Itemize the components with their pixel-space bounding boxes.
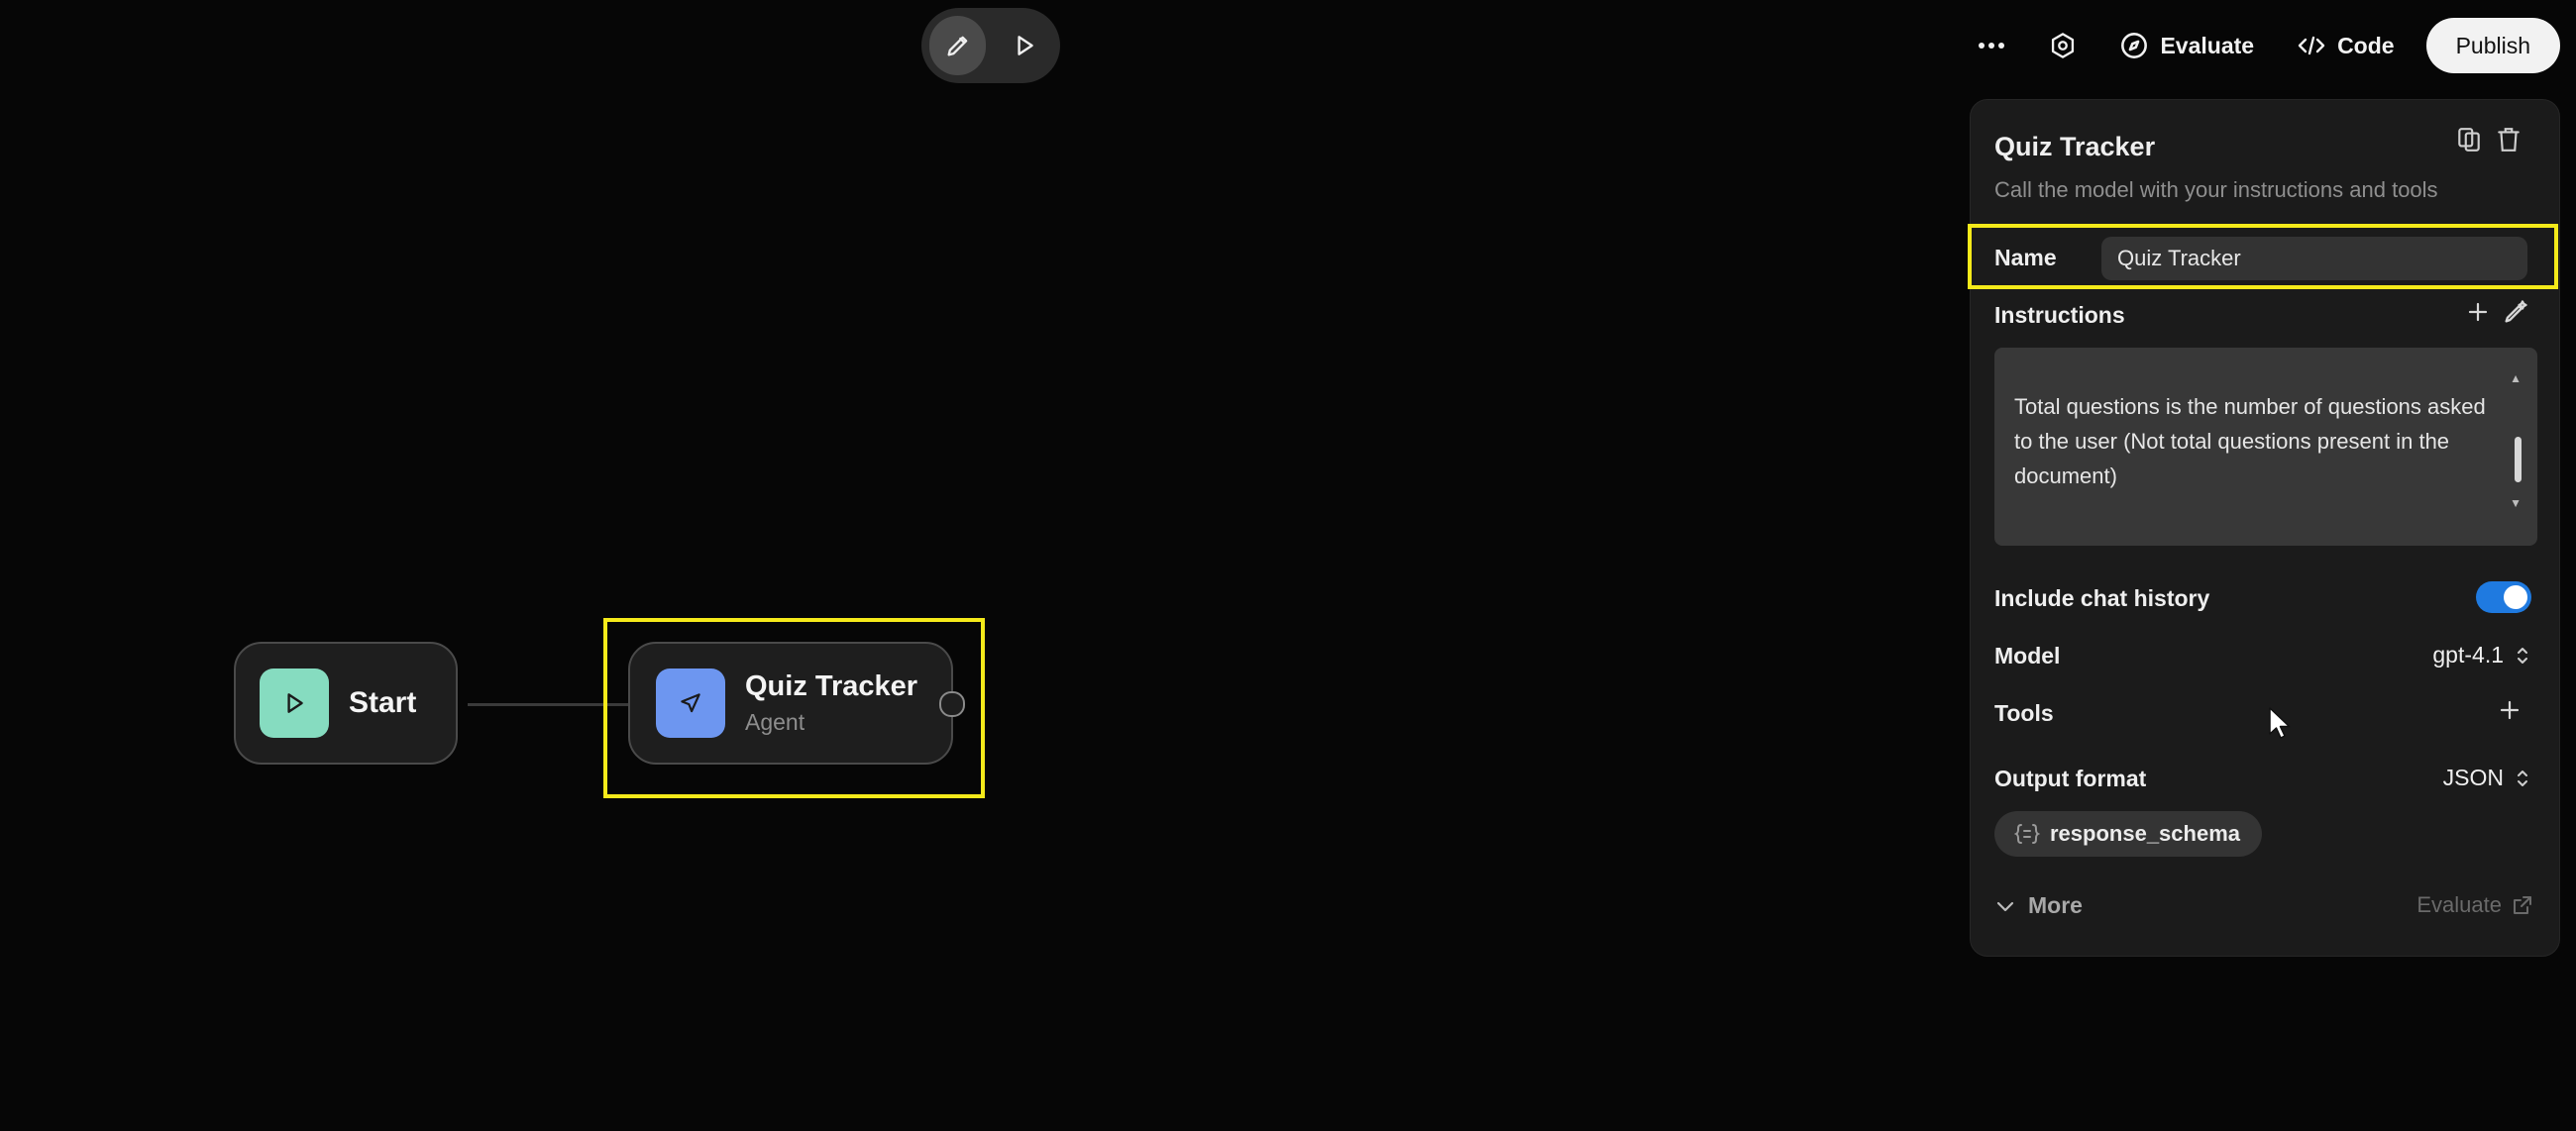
name-input[interactable] <box>2101 237 2527 280</box>
agent-node-text: Quiz Tracker Agent <box>745 670 917 736</box>
delete-node-button[interactable] <box>2496 126 2522 158</box>
chevron-up-down-icon <box>2518 647 2527 664</box>
plus-icon <box>2500 700 2520 720</box>
name-label: Name <box>1994 245 2057 270</box>
panel-title: Quiz Tracker <box>1994 132 2156 161</box>
evaluate-link[interactable]: Evaluate <box>2416 892 2533 918</box>
code-icon <box>2298 36 2325 55</box>
instructions-label: Instructions <box>1994 302 2125 328</box>
mode-toggle <box>921 8 1060 83</box>
include-history-label: Include chat history <box>1994 585 2210 611</box>
more-label: More <box>2028 892 2083 918</box>
response-schema-chip[interactable]: response_schema <box>1994 811 2262 857</box>
model-select[interactable]: gpt-4.1 <box>2432 642 2529 668</box>
code-button[interactable]: Code <box>2276 14 2416 77</box>
output-format-select[interactable]: JSON <box>2443 765 2529 791</box>
agent-output-handle[interactable] <box>939 691 965 717</box>
evaluate-button[interactable]: Evaluate <box>2098 14 2276 77</box>
top-toolbar: Evaluate Code Publish <box>1956 14 2560 77</box>
model-value: gpt-4.1 <box>2432 642 2504 668</box>
workflow-canvas[interactable]: Evaluate Code Publish Start Quiz Tracker <box>0 0 2576 1131</box>
chevron-down-icon <box>1996 901 2014 911</box>
model-label: Model <box>1994 643 2061 668</box>
agent-node-icon <box>656 668 725 738</box>
edge-start-to-agent <box>468 703 628 706</box>
panel-description: Call the model with your instructions an… <box>1994 177 2438 202</box>
start-node-icon <box>260 668 329 738</box>
more-horizontal-icon <box>1979 43 2005 49</box>
scroll-down-arrow[interactable]: ▼ <box>2510 486 2522 521</box>
compass-icon <box>2121 33 2148 58</box>
chevron-up-down-icon <box>2518 770 2527 786</box>
instructions-scrollbar[interactable] <box>2515 437 2522 482</box>
gear-icon <box>2052 33 2075 58</box>
agent-node-title: Quiz Tracker <box>745 670 918 702</box>
include-history-toggle[interactable] <box>2476 581 2531 613</box>
external-link-icon <box>2514 896 2531 914</box>
more-toggle[interactable]: More <box>1994 892 2083 919</box>
output-format-value: JSON <box>2442 765 2504 790</box>
instructions-textarea[interactable]: Total questions is the number of questio… <box>1994 348 2537 546</box>
run-mode-button[interactable] <box>996 16 1052 75</box>
trash-icon <box>2498 128 2520 152</box>
node-properties-panel: Quiz Tracker Call the model with your in… <box>1970 99 2560 957</box>
agent-node[interactable]: Quiz Tracker Agent <box>628 642 965 765</box>
code-label: Code <box>2337 32 2395 58</box>
output-format-label: Output format <box>1994 766 2147 791</box>
braces-icon <box>2014 824 2040 844</box>
more-options-button[interactable] <box>1956 14 2027 77</box>
instructions-text: Total questions is the number of questio… <box>2014 394 2486 488</box>
magic-pencil-icon <box>2505 300 2527 323</box>
publish-button[interactable]: Publish <box>2425 18 2560 73</box>
toggle-knob <box>2504 585 2527 609</box>
scroll-up-arrow[interactable]: ▲ <box>2510 361 2522 396</box>
plus-icon <box>2468 302 2488 322</box>
pencil-icon <box>947 36 967 56</box>
copy-node-button[interactable] <box>2456 126 2482 158</box>
start-node[interactable]: Start <box>234 642 458 765</box>
copy-icon <box>2458 128 2480 152</box>
add-instruction-button[interactable] <box>2466 300 2490 329</box>
tools-label: Tools <box>1994 700 2054 726</box>
evaluate-label: Evaluate <box>2160 32 2255 58</box>
mouse-cursor-icon <box>2268 706 2292 745</box>
agent-node-subtitle: Agent <box>745 709 805 735</box>
settings-button[interactable] <box>2027 14 2098 77</box>
start-node-title: Start <box>349 686 417 719</box>
schema-chip-label: response_schema <box>2050 821 2240 846</box>
cursor-icon <box>681 693 700 713</box>
generate-instruction-button[interactable] <box>2502 298 2529 331</box>
play-icon <box>287 693 303 713</box>
evaluate-link-label: Evaluate <box>2416 892 2502 917</box>
play-icon <box>1017 36 1033 55</box>
add-tool-button[interactable] <box>2498 698 2522 727</box>
edit-mode-button[interactable] <box>929 16 986 75</box>
